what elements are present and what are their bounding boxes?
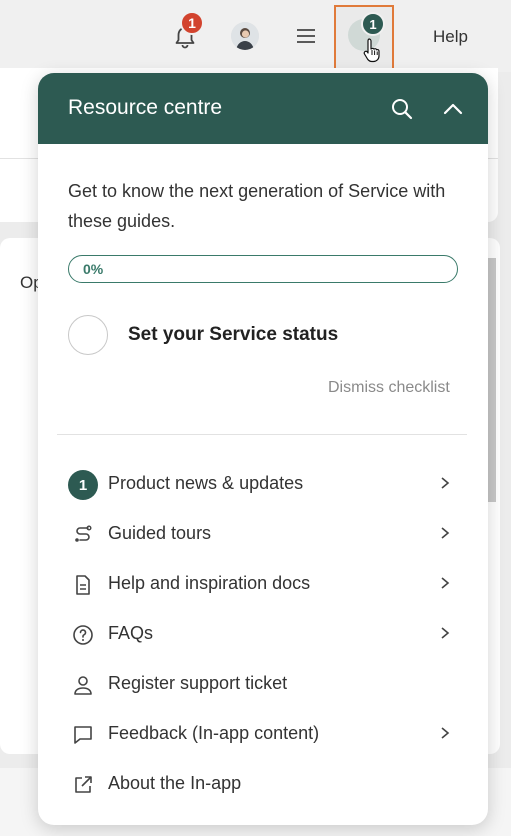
menu-item-label: FAQs: [108, 623, 154, 643]
help-link[interactable]: Help: [433, 27, 468, 47]
chevron-right-icon: [441, 527, 450, 539]
dismiss-checklist-link[interactable]: Dismiss checklist: [328, 379, 450, 397]
progress-bar: 0%: [68, 255, 458, 283]
checklist-checkbox[interactable]: [68, 315, 108, 355]
chevron-right-icon: [441, 727, 450, 739]
menu-item-label: Register support ticket: [108, 673, 288, 693]
menu-item-help-docs[interactable]: Help and inspiration docs: [68, 562, 458, 602]
panel-title: Resource centre: [68, 96, 223, 119]
resource-centre-button[interactable]: 1: [334, 5, 394, 72]
progress-label: 0%: [83, 261, 104, 277]
menu-item-product-news[interactable]: 1 Product news & updates: [68, 462, 458, 502]
chevron-right-icon: [441, 627, 450, 639]
panel-header: Resource centre: [38, 73, 488, 144]
document-icon: [76, 575, 90, 595]
menu-item-label: Feedback (In-app content): [108, 723, 320, 743]
checklist-item-label[interactable]: Set your Service status: [128, 324, 338, 346]
number-badge: 1: [68, 470, 98, 500]
menu-item-label: Guided tours: [108, 523, 212, 543]
question-circle-icon: [73, 625, 93, 645]
route-icon: [75, 525, 92, 542]
menu-item-label: Product news & updates: [108, 473, 304, 493]
hamburger-menu-icon[interactable]: [295, 25, 317, 47]
search-icon[interactable]: [390, 97, 414, 121]
menu-item-support-ticket[interactable]: Register support ticket: [68, 662, 458, 702]
speech-bubble-icon: [74, 726, 92, 744]
resource-centre-panel: Resource centre Get to know the next gen…: [38, 73, 488, 825]
intro-text: Get to know the next generation of Servi…: [68, 181, 446, 231]
person-icon: [74, 676, 92, 695]
resource-badge: 1: [361, 12, 385, 36]
hand-cursor-icon: [363, 38, 380, 63]
chevron-right-icon: [441, 477, 450, 489]
notification-count-badge: 1: [180, 11, 204, 35]
menu-item-feedback[interactable]: Feedback (In-app content): [68, 712, 458, 752]
chevron-up-icon[interactable]: [441, 97, 465, 121]
external-link-icon: [75, 776, 92, 793]
menu-item-faqs[interactable]: FAQs: [68, 612, 458, 652]
menu-item-label: Help and inspiration docs: [108, 573, 311, 593]
menu-item-label: About the In-app: [108, 773, 242, 793]
chevron-right-icon: [441, 577, 450, 589]
menu-item-guided-tours[interactable]: Guided tours: [68, 512, 458, 552]
avatar[interactable]: [231, 22, 259, 50]
top-bar: 1 1 Help: [0, 0, 511, 72]
divider: [57, 434, 467, 435]
menu-item-about[interactable]: About the In-app: [68, 762, 458, 802]
